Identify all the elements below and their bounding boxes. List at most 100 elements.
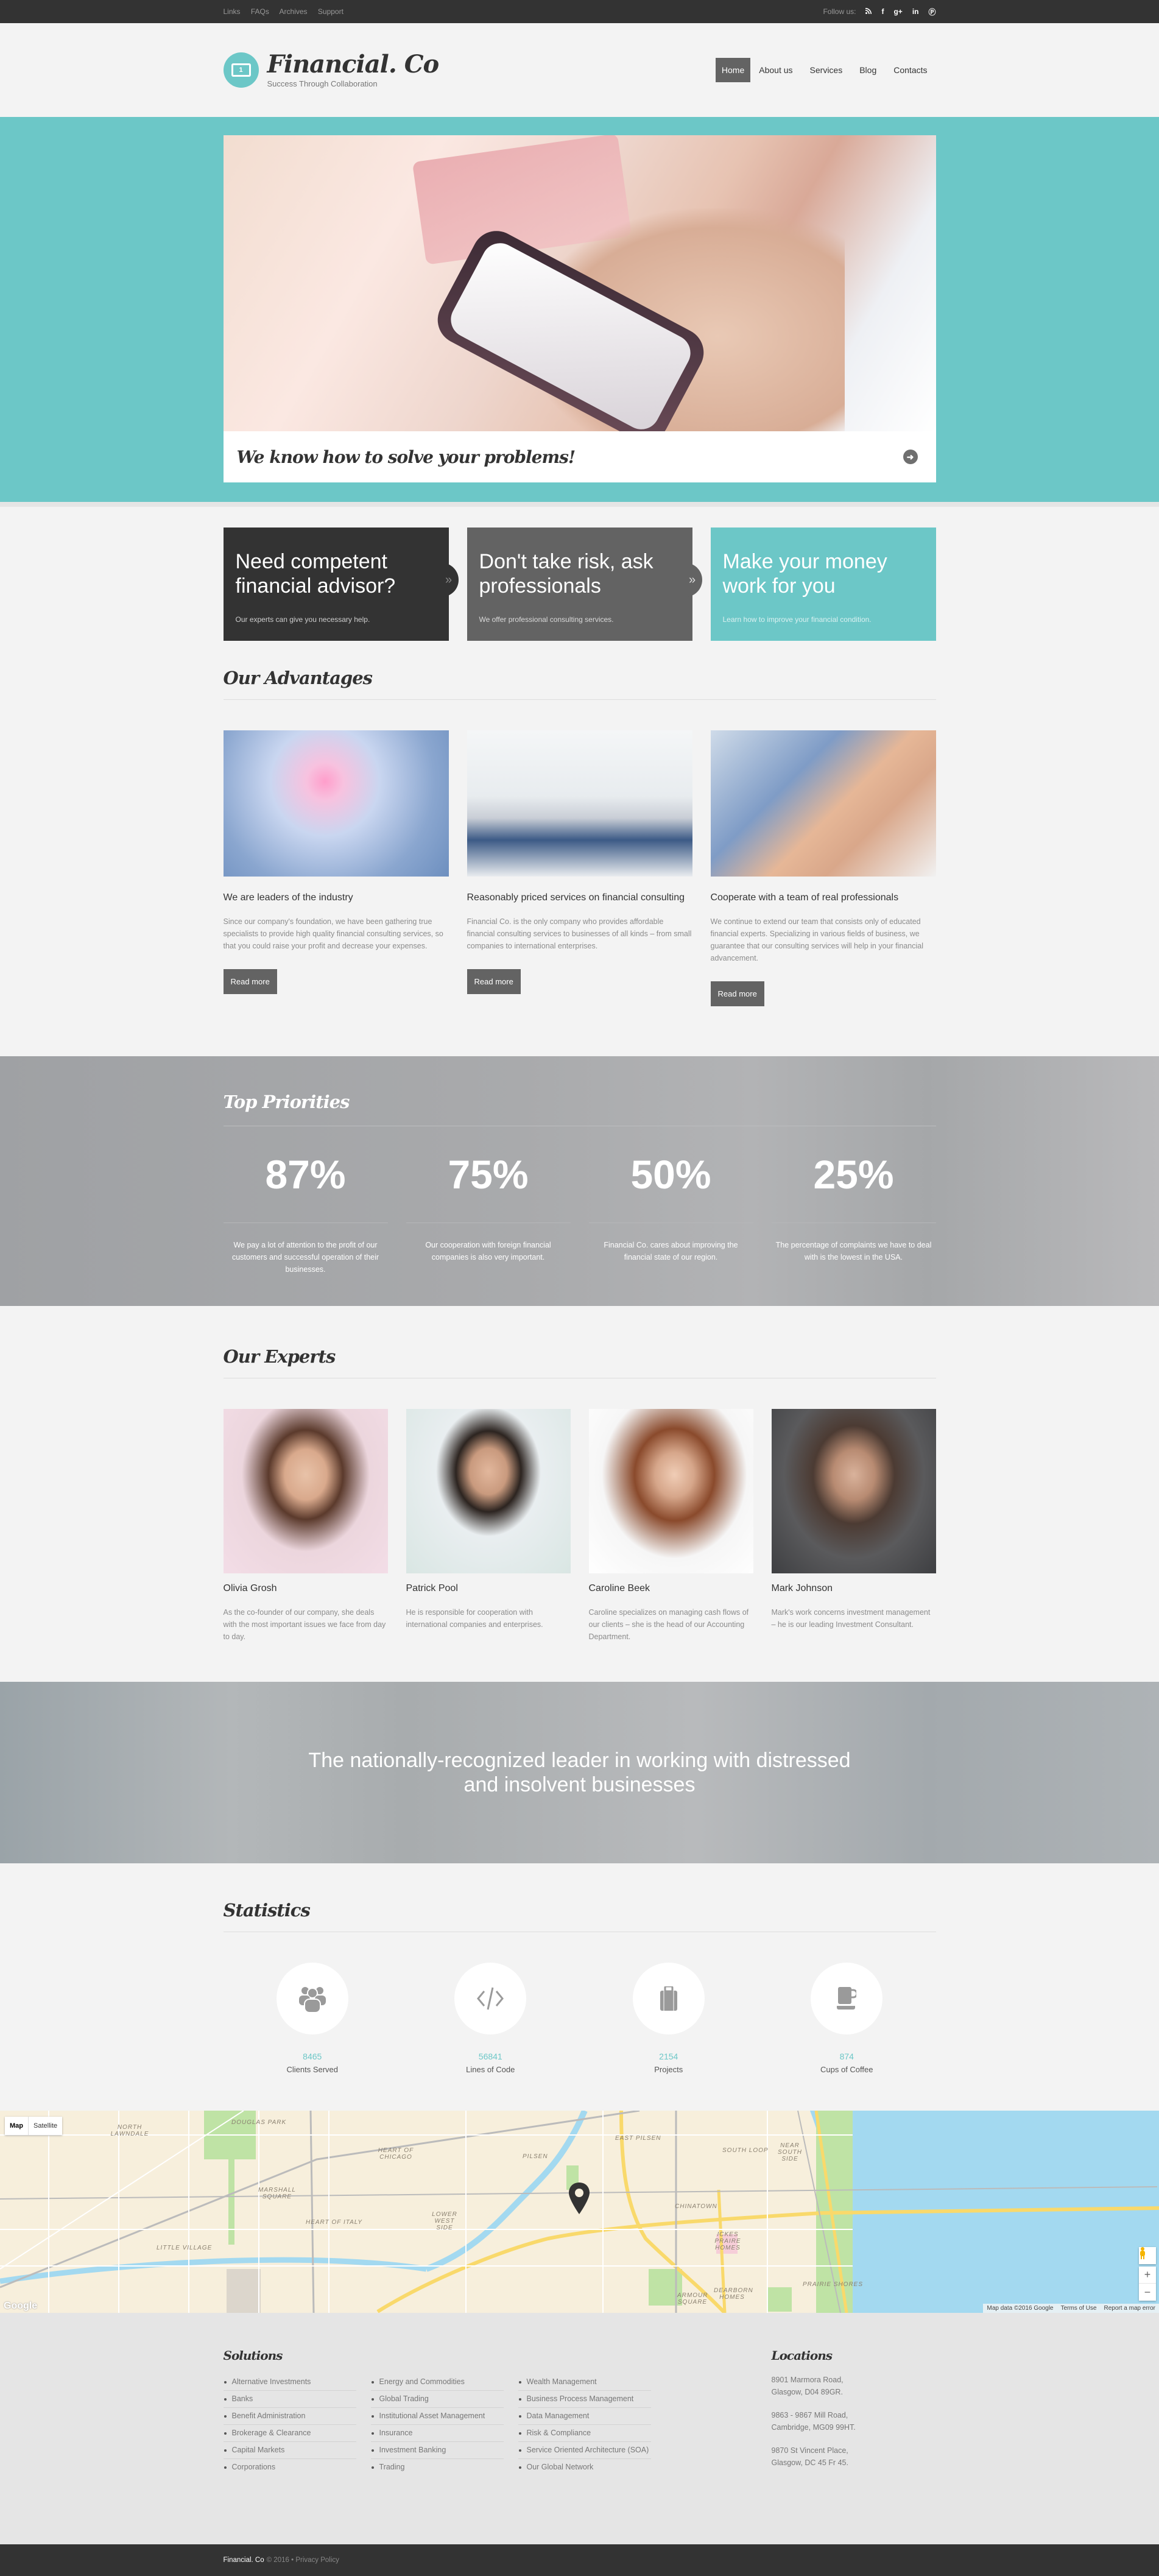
solution-link[interactable]: Global Trading bbox=[370, 2391, 504, 2408]
priority-value: 25% bbox=[813, 1152, 894, 1197]
section-title: Top Priorities bbox=[223, 1092, 936, 1126]
map-label: EAST PILSEN bbox=[615, 2135, 661, 2142]
advantage-card: Cooperate with a team of real profession… bbox=[710, 730, 936, 1006]
solution-link[interactable]: Benefit Administration bbox=[223, 2408, 356, 2425]
read-more-button[interactable]: Read more bbox=[223, 969, 277, 994]
map-label: NORTH LAWNDALE bbox=[110, 2124, 149, 2137]
solution-link[interactable]: Banks bbox=[223, 2391, 356, 2408]
location-address: 9870 St Vincent Place, Glasgow, DC 45 Fr … bbox=[771, 2446, 848, 2467]
top-link-archives[interactable]: Archives bbox=[280, 7, 308, 16]
expert-photo bbox=[406, 1409, 571, 1573]
rss-icon[interactable] bbox=[865, 7, 872, 16]
city-banner: The nationally-recognized leader in work… bbox=[0, 1682, 1159, 1863]
zoom-in-button[interactable]: + bbox=[1139, 2267, 1156, 2284]
hero-caption-text: We know how to solve your problems! bbox=[236, 446, 576, 467]
solutions-list: Energy and Commodities Global Trading In… bbox=[370, 2374, 504, 2475]
promo-boxes: Need competent financial advisor? Our ex… bbox=[223, 528, 936, 641]
promo-text: We offer professional consulting service… bbox=[479, 615, 614, 624]
nav-services[interactable]: Services bbox=[801, 58, 851, 82]
footer-solutions-title: Solutions bbox=[223, 2348, 283, 2363]
privacy-policy-link[interactable]: Privacy Policy bbox=[295, 2557, 339, 2564]
priority-item: 50% Financial Co. cares about improving … bbox=[588, 1126, 753, 1276]
google-plus-icon[interactable]: g+ bbox=[893, 7, 902, 16]
map-type-satellite[interactable]: Satellite bbox=[29, 2117, 62, 2135]
street-view-pegman-icon[interactable] bbox=[1139, 2247, 1156, 2264]
logo[interactable]: 1 Financial. Co Success Through Collabor… bbox=[223, 49, 440, 88]
solution-link[interactable]: Trading bbox=[371, 2459, 504, 2475]
solution-link[interactable]: Capital Markets bbox=[223, 2442, 356, 2459]
solution-link[interactable]: Risk & Compliance bbox=[518, 2425, 651, 2442]
divider bbox=[0, 502, 1159, 507]
google-map[interactable]: Map Satellite DOUGLAS PARK NORTH LAWNDAL… bbox=[0, 2111, 1159, 2313]
expert-photo bbox=[223, 1409, 388, 1573]
arrow-right-circle-icon[interactable]: ➜ bbox=[903, 450, 918, 464]
zoom-out-button[interactable]: − bbox=[1139, 2284, 1156, 2301]
top-link-faqs[interactable]: FAQs bbox=[251, 7, 269, 16]
hero-slider: We know how to solve your problems! ➜ bbox=[0, 117, 1159, 502]
advantage-image bbox=[710, 730, 936, 877]
nav-about-us[interactable]: About us bbox=[750, 58, 801, 82]
map-data-credit: Map data ©2016 Google bbox=[983, 2304, 1057, 2313]
priority-item: 87% We pay a lot of attention to the pro… bbox=[223, 1126, 388, 1276]
brand-name: Financial. Co bbox=[267, 49, 440, 79]
map-type-map[interactable]: Map bbox=[5, 2117, 29, 2135]
users-icon bbox=[276, 1963, 348, 2034]
solutions-list: Wealth Management Business Process Manag… bbox=[518, 2374, 651, 2475]
stat-value: 56841 bbox=[478, 2052, 502, 2061]
map-zoom-control: + − bbox=[1139, 2267, 1156, 2301]
priority-item: 75% Our cooperation with foreign financi… bbox=[406, 1126, 571, 1276]
report-map-error-link[interactable]: Report a map error bbox=[1100, 2304, 1159, 2313]
advantage-text: Since our company's foundation, we have … bbox=[223, 917, 443, 950]
pinterest-icon[interactable]: Ⓟ bbox=[928, 7, 935, 17]
map-attribution: Map data ©2016 Google Terms of Use Repor… bbox=[983, 2304, 1159, 2313]
section-title: Statistics bbox=[223, 1900, 936, 1932]
solution-link[interactable]: Investment Banking bbox=[370, 2442, 504, 2459]
solution-link[interactable]: Alternative Investments bbox=[223, 2374, 356, 2391]
main-nav: Home About us Services Blog Contacts bbox=[715, 58, 936, 82]
top-link-links[interactable]: Links bbox=[224, 7, 241, 16]
read-more-button[interactable]: Read more bbox=[467, 969, 521, 994]
solution-link[interactable]: Our Global Network bbox=[518, 2459, 651, 2475]
priority-item: 25% The percentage of complaints we have… bbox=[771, 1126, 936, 1276]
promo-box-money[interactable]: Make your money work for you Learn how t… bbox=[710, 528, 936, 641]
top-link-support[interactable]: Support bbox=[318, 7, 343, 16]
read-more-button[interactable]: Read more bbox=[710, 981, 764, 1006]
promo-box-advisor[interactable]: Need competent financial advisor? Our ex… bbox=[223, 528, 459, 641]
solution-link[interactable]: Energy and Commodities bbox=[370, 2374, 504, 2391]
promo-box-professionals[interactable]: Don't take risk, ask professionals We of… bbox=[467, 528, 702, 641]
solution-link[interactable]: Brokerage & Clearance bbox=[223, 2425, 356, 2442]
facebook-icon[interactable]: f bbox=[881, 7, 884, 16]
expert-name: Patrick Pool bbox=[406, 1583, 458, 1593]
solution-link[interactable]: Service Oriented Architecture (SOA) bbox=[518, 2442, 651, 2459]
linkedin-icon[interactable]: in bbox=[912, 7, 919, 16]
nav-blog[interactable]: Blog bbox=[851, 58, 885, 82]
solution-link[interactable]: Insurance bbox=[370, 2425, 504, 2442]
advantage-image bbox=[467, 730, 692, 877]
expert-photo bbox=[588, 1409, 753, 1573]
advantage-heading: Reasonably priced services on financial … bbox=[467, 892, 685, 903]
stat-value: 8465 bbox=[303, 2052, 322, 2061]
solutions-list: Alternative Investments Banks Benefit Ad… bbox=[223, 2374, 356, 2475]
solution-link[interactable]: Wealth Management bbox=[518, 2374, 651, 2391]
promo-title: Don't take risk, ask professionals bbox=[479, 550, 653, 598]
nav-home[interactable]: Home bbox=[715, 58, 751, 82]
solution-link[interactable]: Institutional Asset Management bbox=[370, 2408, 504, 2425]
priority-text: Our cooperation with foreign financial c… bbox=[425, 1241, 551, 1262]
hero-caption: We know how to solve your problems! ➜ bbox=[223, 431, 936, 482]
map-label: PRAIRIE SHORES bbox=[803, 2281, 864, 2288]
code-icon bbox=[454, 1963, 527, 2034]
chevron-double-right-icon: » bbox=[682, 563, 702, 597]
solution-link[interactable]: Data Management bbox=[518, 2408, 651, 2425]
stat-value: 874 bbox=[839, 2052, 854, 2061]
footer-locations-title: Locations bbox=[771, 2348, 833, 2363]
site-header: 1 Financial. Co Success Through Collabor… bbox=[0, 23, 1159, 117]
solution-link[interactable]: Corporations bbox=[224, 2459, 356, 2475]
footer-locations: Locations 8901 Marmora Road, Glasgow, D04… bbox=[772, 2348, 856, 2475]
advantage-heading: We are leaders of the industry bbox=[223, 892, 353, 903]
terms-of-use-link[interactable]: Terms of Use bbox=[1057, 2304, 1101, 2313]
advantages-section: Our Advantages We are leaders of the ind… bbox=[223, 668, 936, 1006]
map-label: HEART OF ITALY bbox=[306, 2219, 363, 2226]
social-follow: Follow us: f g+ in Ⓟ bbox=[823, 7, 935, 17]
solution-link[interactable]: Business Process Management bbox=[518, 2391, 651, 2408]
nav-contacts[interactable]: Contacts bbox=[885, 58, 935, 82]
